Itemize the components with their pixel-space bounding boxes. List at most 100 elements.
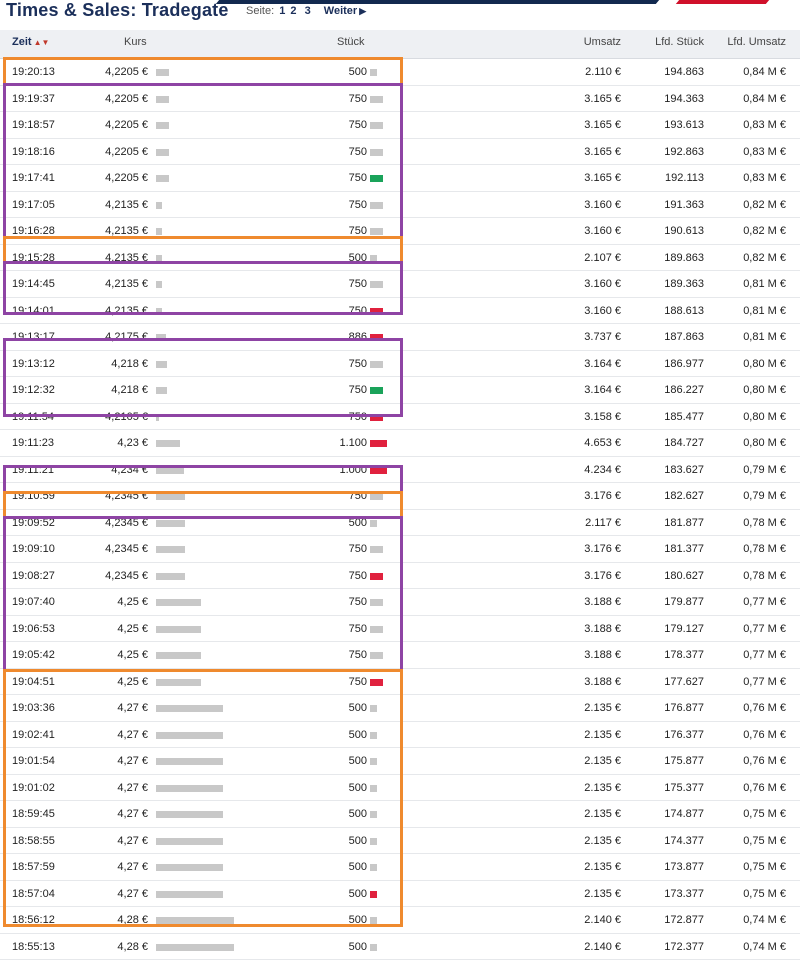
direction-indicator bbox=[370, 122, 383, 129]
cell-umsatz: 2.140 € bbox=[584, 914, 621, 926]
page-link-3[interactable]: 3 bbox=[305, 5, 311, 17]
cell-price: 4,2345 € bbox=[105, 570, 148, 582]
cell-quantity: 500 bbox=[349, 888, 367, 900]
cell-lfd-umsatz: 0,80 M € bbox=[743, 411, 786, 423]
direction-indicator bbox=[370, 573, 383, 580]
price-bar bbox=[156, 838, 223, 845]
cell-price: 4,2135 € bbox=[105, 225, 148, 237]
cell-price: 4,2135 € bbox=[105, 305, 148, 317]
cell-lfd-umsatz: 0,82 M € bbox=[743, 199, 786, 211]
cell-time: 19:09:52 bbox=[12, 517, 55, 529]
cell-time: 19:10:59 bbox=[12, 490, 55, 502]
page-title: Times & Sales: Tradegate bbox=[6, 0, 229, 21]
cell-quantity: 500 bbox=[349, 66, 367, 78]
cell-umsatz: 3.160 € bbox=[584, 278, 621, 290]
cell-time: 19:04:51 bbox=[12, 676, 55, 688]
cell-quantity: 500 bbox=[349, 782, 367, 794]
cell-umsatz: 3.188 € bbox=[584, 596, 621, 608]
direction-indicator bbox=[370, 599, 383, 606]
price-bar bbox=[156, 281, 162, 288]
cell-lfd-umsatz: 0,82 M € bbox=[743, 225, 786, 237]
cell-time: 19:17:41 bbox=[12, 172, 55, 184]
cell-price: 4,2345 € bbox=[105, 543, 148, 555]
table-row: 19:13:174,2175 €8863.737 €187.8630,81 M … bbox=[0, 324, 800, 351]
table-row: 19:17:054,2135 €7503.160 €191.3630,82 M … bbox=[0, 192, 800, 219]
brand-stripe-navy bbox=[216, 0, 664, 4]
cell-quantity: 750 bbox=[349, 225, 367, 237]
table-row: 18:57:044,27 €5002.135 €173.3770,75 M € bbox=[0, 881, 800, 908]
table-row: 19:18:164,2205 €7503.165 €192.8630,83 M … bbox=[0, 139, 800, 166]
cell-time: 19:19:37 bbox=[12, 93, 55, 105]
cell-time: 18:56:12 bbox=[12, 914, 55, 926]
cell-quantity: 750 bbox=[349, 543, 367, 555]
cell-time: 19:15:28 bbox=[12, 252, 55, 264]
cell-umsatz: 3.737 € bbox=[584, 331, 621, 343]
cell-time: 19:07:40 bbox=[12, 596, 55, 608]
cell-time: 19:11:21 bbox=[12, 464, 54, 476]
column-header-lfd-stueck: Lfd. Stück bbox=[655, 36, 704, 48]
price-bar bbox=[156, 520, 185, 527]
cell-lfd-umsatz: 0,77 M € bbox=[743, 623, 786, 635]
cell-lfd-stueck: 189.363 bbox=[664, 278, 704, 290]
cell-umsatz: 3.165 € bbox=[584, 93, 621, 105]
cell-quantity: 500 bbox=[349, 941, 367, 953]
cell-lfd-stueck: 192.863 bbox=[664, 146, 704, 158]
cell-price: 4,27 € bbox=[117, 808, 148, 820]
cell-lfd-stueck: 193.613 bbox=[664, 119, 704, 131]
column-header-zeit[interactable]: Zeit▲▼ bbox=[12, 36, 49, 48]
cell-quantity: 500 bbox=[349, 914, 367, 926]
table-row: 18:59:454,27 €5002.135 €174.8770,75 M € bbox=[0, 801, 800, 828]
cell-quantity: 1.000 bbox=[339, 464, 367, 476]
price-bar bbox=[156, 228, 162, 235]
page-link-2[interactable]: 2 bbox=[290, 5, 296, 17]
table-row: 19:19:374,2205 €7503.165 €194.3630,84 M … bbox=[0, 86, 800, 113]
cell-price: 4,27 € bbox=[117, 729, 148, 741]
cell-lfd-umsatz: 0,77 M € bbox=[743, 596, 786, 608]
cell-lfd-stueck: 175.377 bbox=[664, 782, 704, 794]
cell-lfd-stueck: 179.127 bbox=[664, 623, 704, 635]
direction-indicator bbox=[370, 414, 383, 421]
cell-lfd-stueck: 192.113 bbox=[665, 172, 704, 184]
cell-price: 4,2205 € bbox=[105, 93, 148, 105]
cell-price: 4,27 € bbox=[117, 702, 148, 714]
page-link-1[interactable]: 1 bbox=[279, 5, 285, 17]
cell-price: 4,2135 € bbox=[105, 252, 148, 264]
cell-price: 4,2135 € bbox=[105, 278, 148, 290]
cell-quantity: 500 bbox=[349, 729, 367, 741]
price-bar bbox=[156, 864, 223, 871]
table-row: 19:14:014,2135 €7503.160 €188.6130,81 M … bbox=[0, 298, 800, 325]
cell-umsatz: 3.160 € bbox=[584, 305, 621, 317]
cell-lfd-umsatz: 0,76 M € bbox=[743, 755, 786, 767]
cell-lfd-umsatz: 0,76 M € bbox=[743, 782, 786, 794]
column-header-lfd-umsatz: Lfd. Umsatz bbox=[727, 36, 786, 48]
brand-stripe-red bbox=[676, 0, 774, 4]
cell-lfd-umsatz: 0,79 M € bbox=[743, 464, 786, 476]
table-row: 18:55:134,28 €5002.140 €172.3770,74 M € bbox=[0, 934, 800, 960]
cell-quantity: 500 bbox=[349, 861, 367, 873]
cell-quantity: 750 bbox=[349, 570, 367, 582]
cell-lfd-umsatz: 0,78 M € bbox=[743, 543, 786, 555]
cell-price: 4,2135 € bbox=[105, 199, 148, 211]
cell-lfd-umsatz: 0,80 M € bbox=[743, 358, 786, 370]
cell-umsatz: 3.158 € bbox=[584, 411, 621, 423]
direction-indicator bbox=[370, 944, 377, 951]
cell-lfd-umsatz: 0,81 M € bbox=[743, 278, 786, 290]
cell-lfd-stueck: 176.377 bbox=[664, 729, 704, 741]
cell-quantity: 750 bbox=[349, 305, 367, 317]
table-row: 19:18:574,2205 €7503.165 €193.6130,83 M … bbox=[0, 112, 800, 139]
cell-lfd-stueck: 178.377 bbox=[664, 649, 704, 661]
table-row: 19:16:284,2135 €7503.160 €190.6130,82 M … bbox=[0, 218, 800, 245]
cell-time: 19:16:28 bbox=[12, 225, 55, 237]
cell-umsatz: 2.135 € bbox=[584, 888, 621, 900]
next-page-link[interactable]: Weiter▶ bbox=[324, 5, 366, 17]
cell-umsatz: 3.165 € bbox=[584, 172, 621, 184]
cell-umsatz: 2.135 € bbox=[584, 782, 621, 794]
cell-lfd-umsatz: 0,74 M € bbox=[743, 941, 786, 953]
cell-lfd-stueck: 194.363 bbox=[664, 93, 704, 105]
price-bar bbox=[156, 414, 159, 421]
cell-quantity: 750 bbox=[349, 490, 367, 502]
price-bar bbox=[156, 493, 185, 500]
price-bar bbox=[156, 679, 201, 686]
price-bar bbox=[156, 122, 169, 129]
cell-quantity: 750 bbox=[349, 199, 367, 211]
